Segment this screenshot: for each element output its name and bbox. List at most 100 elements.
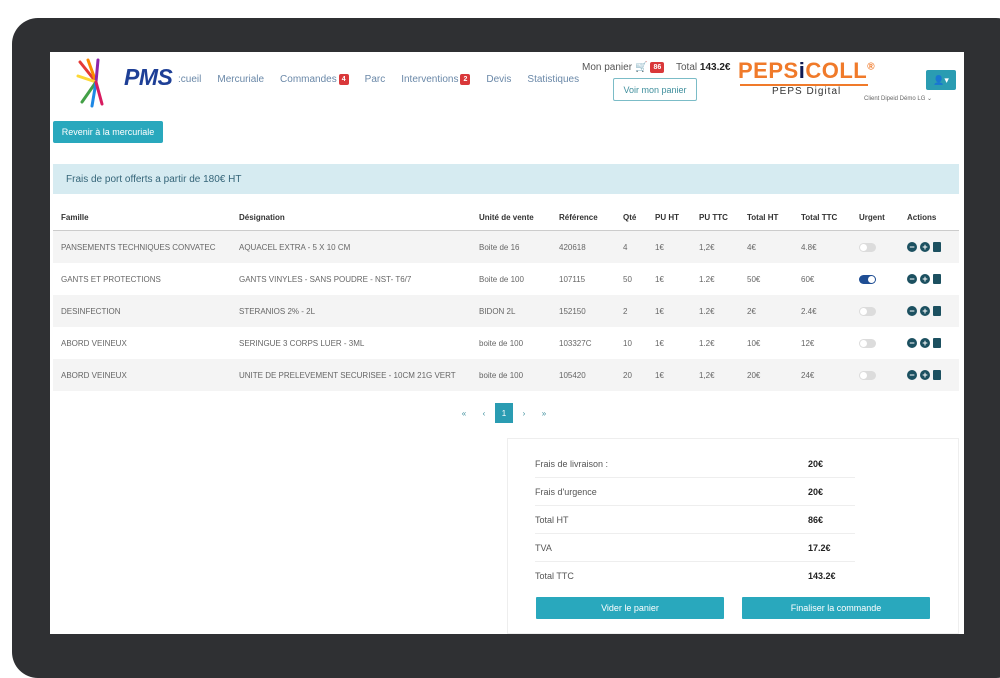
nav-item-statistiques[interactable]: Statistiques [527, 74, 579, 85]
cell-total-ht: 10€ [747, 338, 761, 348]
trash-icon[interactable] [933, 306, 941, 316]
user-menu-button[interactable]: 👤▾ [926, 70, 956, 90]
cell-pu-ht: 1€ [647, 230, 691, 263]
decrease-qty-icon[interactable]: − [907, 242, 917, 252]
increase-qty-icon[interactable]: + [920, 306, 930, 316]
pinwheel-logo-icon [76, 58, 104, 108]
chevron-down-icon: ⌄ [927, 96, 933, 102]
logo-text: PMS [124, 64, 173, 90]
divider [535, 505, 855, 506]
col-qte: Qté [615, 204, 647, 231]
cell-total-ttc: 60€ [801, 274, 815, 284]
cart-table: Famille Désignation Unité de vente Référ… [53, 204, 959, 391]
cell-qte: 50 [623, 274, 632, 284]
page-first-button[interactable]: « [455, 403, 473, 423]
col-total-ttc: Total TTC [793, 204, 851, 231]
urgent-toggle[interactable] [859, 242, 876, 252]
trash-icon[interactable] [933, 370, 941, 380]
cart-badge: 86 [650, 62, 665, 73]
cell-total-ht: 20€ [739, 359, 793, 391]
increase-qty-icon[interactable]: + [920, 274, 930, 284]
cell-pu-ttc: 1.2€ [699, 274, 715, 284]
decrease-qty-icon[interactable]: − [907, 274, 917, 284]
cell-qte: 10 [623, 338, 632, 348]
cart-summary[interactable]: Mon panier 🛒 86 [582, 62, 665, 73]
nav-item-accueil[interactable]: :cueil [178, 74, 201, 85]
cell-reference: 103327C [559, 338, 592, 348]
cell-unite: Boite de 100 [479, 274, 524, 284]
delivery-fee-value: 20€ [808, 459, 824, 469]
cell-qte: 4 [615, 230, 647, 263]
cell-urgent [851, 263, 899, 295]
decrease-qty-icon[interactable]: − [907, 338, 917, 348]
urgent-toggle[interactable] [859, 370, 876, 380]
cell-total-ttc: 24€ [793, 359, 851, 391]
nav-item-devis[interactable]: Devis [486, 74, 511, 85]
col-designation: Désignation [231, 204, 471, 231]
order-totals-panel: Frais de livraison : 20€ Frais d'urgence… [507, 438, 959, 634]
cell-actions: − + [899, 359, 959, 391]
cell-unite: boite de 100 [479, 338, 524, 348]
trash-icon[interactable] [933, 338, 941, 348]
nav-item-parc[interactable]: Parc [365, 74, 386, 85]
trash-icon[interactable] [933, 274, 941, 284]
cell-pu-ht: 1€ [655, 338, 664, 348]
top-navbar: PMS :cueil Mercuriale Commandes 4 Parc In… [50, 52, 964, 108]
cell-designation: SERINGUE 3 CORPS LUER - 3ML [239, 338, 365, 348]
col-pu-ht: PU HT [647, 204, 691, 231]
row-actions: − + [907, 338, 941, 348]
nav-item-commandes[interactable]: Commandes 4 [280, 74, 349, 85]
cell-reference: 105420 [551, 359, 615, 391]
cell-designation: GANTS VINYLES - SANS POUDRE - NST- T6/7 [239, 274, 412, 284]
nav-item-interventions[interactable]: Interventions 2 [401, 74, 471, 85]
trash-icon[interactable] [933, 242, 941, 252]
cell-total-ht: 2€ [739, 295, 793, 327]
page-current-button[interactable]: 1 [495, 403, 513, 423]
col-pu-ttc: PU TTC [691, 204, 739, 231]
page-next-button[interactable]: › [515, 403, 533, 423]
col-urgent: Urgent [851, 204, 899, 231]
peps-digital-label: PEPS Digital [772, 86, 842, 97]
cell-reference: 152150 [551, 295, 615, 327]
cell-famille: PANSEMENTS TECHNIQUES CONVATEC [53, 230, 231, 263]
decrease-qty-icon[interactable]: − [907, 370, 917, 380]
increase-qty-icon[interactable]: + [920, 338, 930, 348]
cart-label: Mon panier [582, 62, 633, 73]
cell-actions: − + [899, 230, 959, 263]
col-total-ht: Total HT [739, 204, 793, 231]
cell-reference: 107115 [559, 274, 586, 284]
back-to-mercuriale-button[interactable]: Revenir à la mercuriale [53, 121, 163, 143]
col-actions: Actions [899, 204, 959, 231]
page-prev-button[interactable]: ‹ [475, 403, 493, 423]
cell-pu-ht: 1€ [647, 359, 691, 391]
cell-unite: Boite de 16 [471, 230, 551, 263]
decrease-qty-icon[interactable]: − [907, 306, 917, 316]
urgent-toggle[interactable] [859, 338, 876, 348]
cart-total: Total 143.2€ [676, 62, 731, 73]
finalize-order-button[interactable]: Finaliser la commande [742, 597, 930, 619]
col-reference: Référence [551, 204, 615, 231]
cell-actions: − + [899, 263, 959, 295]
cell-total-ttc: 4.8€ [793, 230, 851, 263]
nav-item-mercuriale[interactable]: Mercuriale [217, 74, 264, 85]
pms-logo[interactable]: PMS [76, 56, 173, 108]
view-cart-button[interactable]: Voir mon panier [613, 78, 697, 101]
row-actions: − + [907, 370, 941, 380]
divider [535, 533, 855, 534]
app-screen: PMS :cueil Mercuriale Commandes 4 Parc In… [50, 52, 964, 634]
total-ttc-label: Total TTC [535, 571, 574, 581]
cell-total-ht: 50€ [747, 274, 761, 284]
empty-cart-button[interactable]: Vider le panier [536, 597, 724, 619]
peps-coll-logo: PEPSiCOLL® PEPS Digital [738, 58, 888, 98]
increase-qty-icon[interactable]: + [920, 242, 930, 252]
urgent-toggle[interactable] [859, 274, 876, 284]
page-last-button[interactable]: » [535, 403, 553, 423]
total-ht-label: Total HT [535, 515, 569, 525]
increase-qty-icon[interactable]: + [920, 370, 930, 380]
urgent-toggle[interactable] [859, 306, 876, 316]
cell-urgent [851, 327, 899, 359]
client-name[interactable]: Client Dipeid Démo LG ⌄ [864, 95, 932, 102]
urgent-fee-value: 20€ [808, 487, 824, 497]
cell-qte: 20 [615, 359, 647, 391]
col-famille: Famille [53, 204, 231, 231]
